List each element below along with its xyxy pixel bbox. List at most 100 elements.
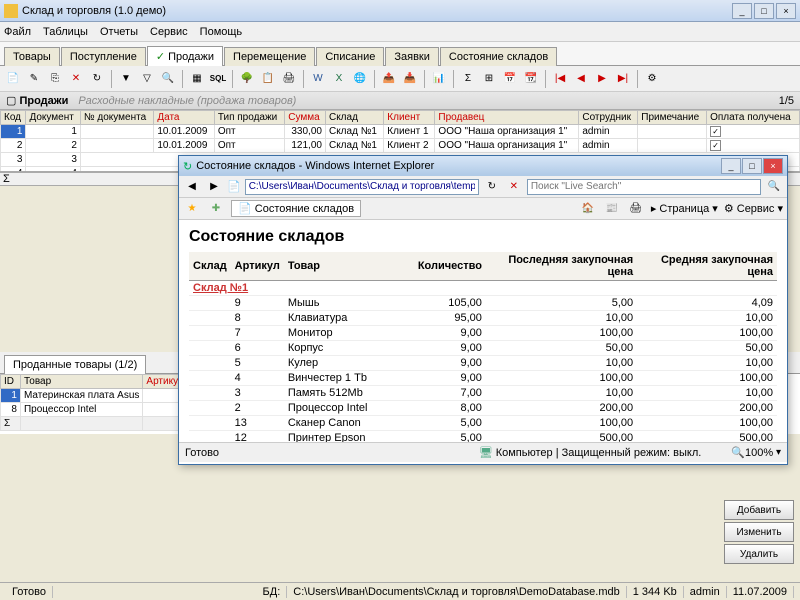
tb-print-icon[interactable]: 🖨 <box>280 70 298 88</box>
table-row[interactable]: 1110.01.2009Опт330,00Склад №1Клиент 1ООО… <box>1 125 800 139</box>
col-wh[interactable]: Склад <box>325 111 383 125</box>
group-header[interactable]: Склад №1 <box>189 281 777 296</box>
ie-back-icon[interactable]: ◀ <box>183 178 201 196</box>
subtab-sold[interactable]: Проданные товары (1/2) <box>4 355 146 374</box>
ie-zoom[interactable]: 100% <box>745 447 773 459</box>
col-date[interactable]: Дата <box>154 111 214 125</box>
tb-copy-icon[interactable]: ⎘ <box>46 70 64 88</box>
tb-excel-icon[interactable]: X <box>330 70 348 88</box>
tab-incoming[interactable]: Поступление <box>61 47 146 66</box>
tb-refresh-icon[interactable]: ↻ <box>88 70 106 88</box>
section-subtitle: Расходные накладные (продажа товаров) <box>78 95 296 107</box>
col-paid[interactable]: Оплата получена <box>707 111 800 125</box>
paid-checkbox[interactable]: ✓ <box>710 140 721 151</box>
tb-next-icon[interactable]: ▶ <box>593 70 611 88</box>
tab-goods[interactable]: Товары <box>4 47 60 66</box>
tab-stock[interactable]: Состояние складов <box>440 47 557 66</box>
ie-tab[interactable]: 📄 Состояние складов <box>231 200 361 217</box>
tb-import-icon[interactable]: 📥 <box>401 70 419 88</box>
col-client[interactable]: Клиент <box>384 111 435 125</box>
ie-print-icon[interactable]: 🖨 <box>627 200 645 218</box>
col-code[interactable]: Код <box>1 111 26 125</box>
tb-chart-icon[interactable]: 📊 <box>430 70 448 88</box>
tab-orders[interactable]: Заявки <box>385 47 439 66</box>
ie-url-input[interactable] <box>245 179 479 195</box>
ie-close-button[interactable]: × <box>763 158 783 174</box>
ie-fav-icon[interactable]: ★ <box>183 200 201 218</box>
col-seller[interactable]: Продавец <box>435 111 579 125</box>
ie-min-button[interactable]: _ <box>721 158 741 174</box>
tb-delete-icon[interactable]: ✕ <box>67 70 85 88</box>
menu-service[interactable]: Сервис <box>150 26 188 38</box>
maximize-button[interactable]: □ <box>754 3 774 19</box>
tb-filter2-icon[interactable]: ▽ <box>138 70 156 88</box>
scol-id[interactable]: ID <box>1 375 21 389</box>
col-docnum[interactable]: № документа <box>80 111 153 125</box>
table-row[interactable]: 6Корпус9,0050,0050,00 <box>189 341 777 356</box>
tb-edit-icon[interactable]: ✎ <box>25 70 43 88</box>
tab-sales[interactable]: ✓Продажи <box>147 46 223 66</box>
ie-search-input[interactable] <box>527 179 761 195</box>
tab-move[interactable]: Перемещение <box>224 47 315 66</box>
delete-button[interactable]: Удалить <box>724 544 794 564</box>
main-titlebar: Склад и торговля (1.0 демо) _ □ × <box>0 0 800 22</box>
close-button[interactable]: × <box>776 3 796 19</box>
menu-file[interactable]: Файл <box>4 26 31 38</box>
tb-html-icon[interactable]: 🌐 <box>351 70 369 88</box>
ie-stop-icon[interactable]: ✕ <box>505 178 523 196</box>
table-row[interactable]: 2210.01.2009Опт121,00Склад №1Клиент 2ООО… <box>1 139 800 153</box>
col-sum[interactable]: Сумма <box>285 111 326 125</box>
tb-cal2-icon[interactable]: 📆 <box>522 70 540 88</box>
ie-titlebar[interactable]: ↻ Состояние складов - Windows Internet E… <box>179 156 787 176</box>
tb-calendar-icon[interactable]: 📅 <box>501 70 519 88</box>
ie-search-icon[interactable]: 🔍 <box>765 178 783 196</box>
table-row[interactable]: 8Клавиатура95,0010,0010,00 <box>189 311 777 326</box>
zoom-icon[interactable]: 🔍 <box>731 446 745 459</box>
ie-page-menu[interactable]: ▸ Страница ▾ <box>651 202 718 215</box>
table-row[interactable]: 4Винчестер 1 Tb9,00100,00100,00 <box>189 371 777 386</box>
tb-view-icon[interactable]: ▦ <box>188 70 206 88</box>
tb-first-icon[interactable]: |◀ <box>551 70 569 88</box>
tb-tree-icon[interactable]: 🌳 <box>238 70 256 88</box>
menu-help[interactable]: Помощь <box>200 26 243 38</box>
col-doc[interactable]: Документ <box>26 111 80 125</box>
tb-new-icon[interactable]: 📄 <box>4 70 22 88</box>
tb-form-icon[interactable]: 📋 <box>259 70 277 88</box>
table-row[interactable]: 5Кулер9,0010,0010,00 <box>189 356 777 371</box>
ie-feed-icon[interactable]: 📰 <box>603 200 621 218</box>
ie-addfav-icon[interactable]: ✚ <box>207 200 225 218</box>
paid-checkbox[interactable]: ✓ <box>710 126 721 137</box>
tb-word-icon[interactable]: W <box>309 70 327 88</box>
tb-sum-icon[interactable]: Σ <box>459 70 477 88</box>
scol-name[interactable]: Товар <box>20 375 142 389</box>
ie-service-menu[interactable]: ⚙ Сервис ▾ <box>724 202 783 215</box>
tb-export-icon[interactable]: 📤 <box>380 70 398 88</box>
table-row[interactable]: 13Сканер Canon5,00100,00100,00 <box>189 416 777 431</box>
tab-writeoff[interactable]: Списание <box>316 47 384 66</box>
tb-sql-icon[interactable]: SQL <box>209 70 227 88</box>
tb-settings-icon[interactable]: ⚙ <box>643 70 661 88</box>
table-row[interactable]: 9Мышь105,005,004,09 <box>189 296 777 311</box>
ie-home-icon[interactable]: 🏠 <box>579 200 597 218</box>
ie-fwd-icon[interactable]: ▶ <box>205 178 223 196</box>
minimize-button[interactable]: _ <box>732 3 752 19</box>
tb-prev-icon[interactable]: ◀ <box>572 70 590 88</box>
menu-tables[interactable]: Таблицы <box>43 26 88 38</box>
tb-filter-icon[interactable]: ▼ <box>117 70 135 88</box>
table-row[interactable]: 12Принтер Epson5,00500,00500,00 <box>189 431 777 443</box>
edit-button[interactable]: Изменить <box>724 522 794 542</box>
col-type[interactable]: Тип продажи <box>214 111 284 125</box>
ie-max-button[interactable]: □ <box>742 158 762 174</box>
add-button[interactable]: Добавить <box>724 500 794 520</box>
tb-group-icon[interactable]: ⊞ <box>480 70 498 88</box>
table-row[interactable]: 7Монитор9,00100,00100,00 <box>189 326 777 341</box>
col-emp[interactable]: Сотрудник <box>579 111 638 125</box>
col-note[interactable]: Примечание <box>638 111 707 125</box>
table-row[interactable]: 3Память 512Mb7,0010,0010,00 <box>189 386 777 401</box>
expand-icon[interactable]: ▢ <box>6 94 16 107</box>
tb-search-icon[interactable]: 🔍 <box>159 70 177 88</box>
tb-last-icon[interactable]: ▶| <box>614 70 632 88</box>
menu-reports[interactable]: Отчеты <box>100 26 138 38</box>
table-row[interactable]: 2Процессор Intel8,00200,00200,00 <box>189 401 777 416</box>
ie-refresh-icon[interactable]: ↻ <box>483 178 501 196</box>
